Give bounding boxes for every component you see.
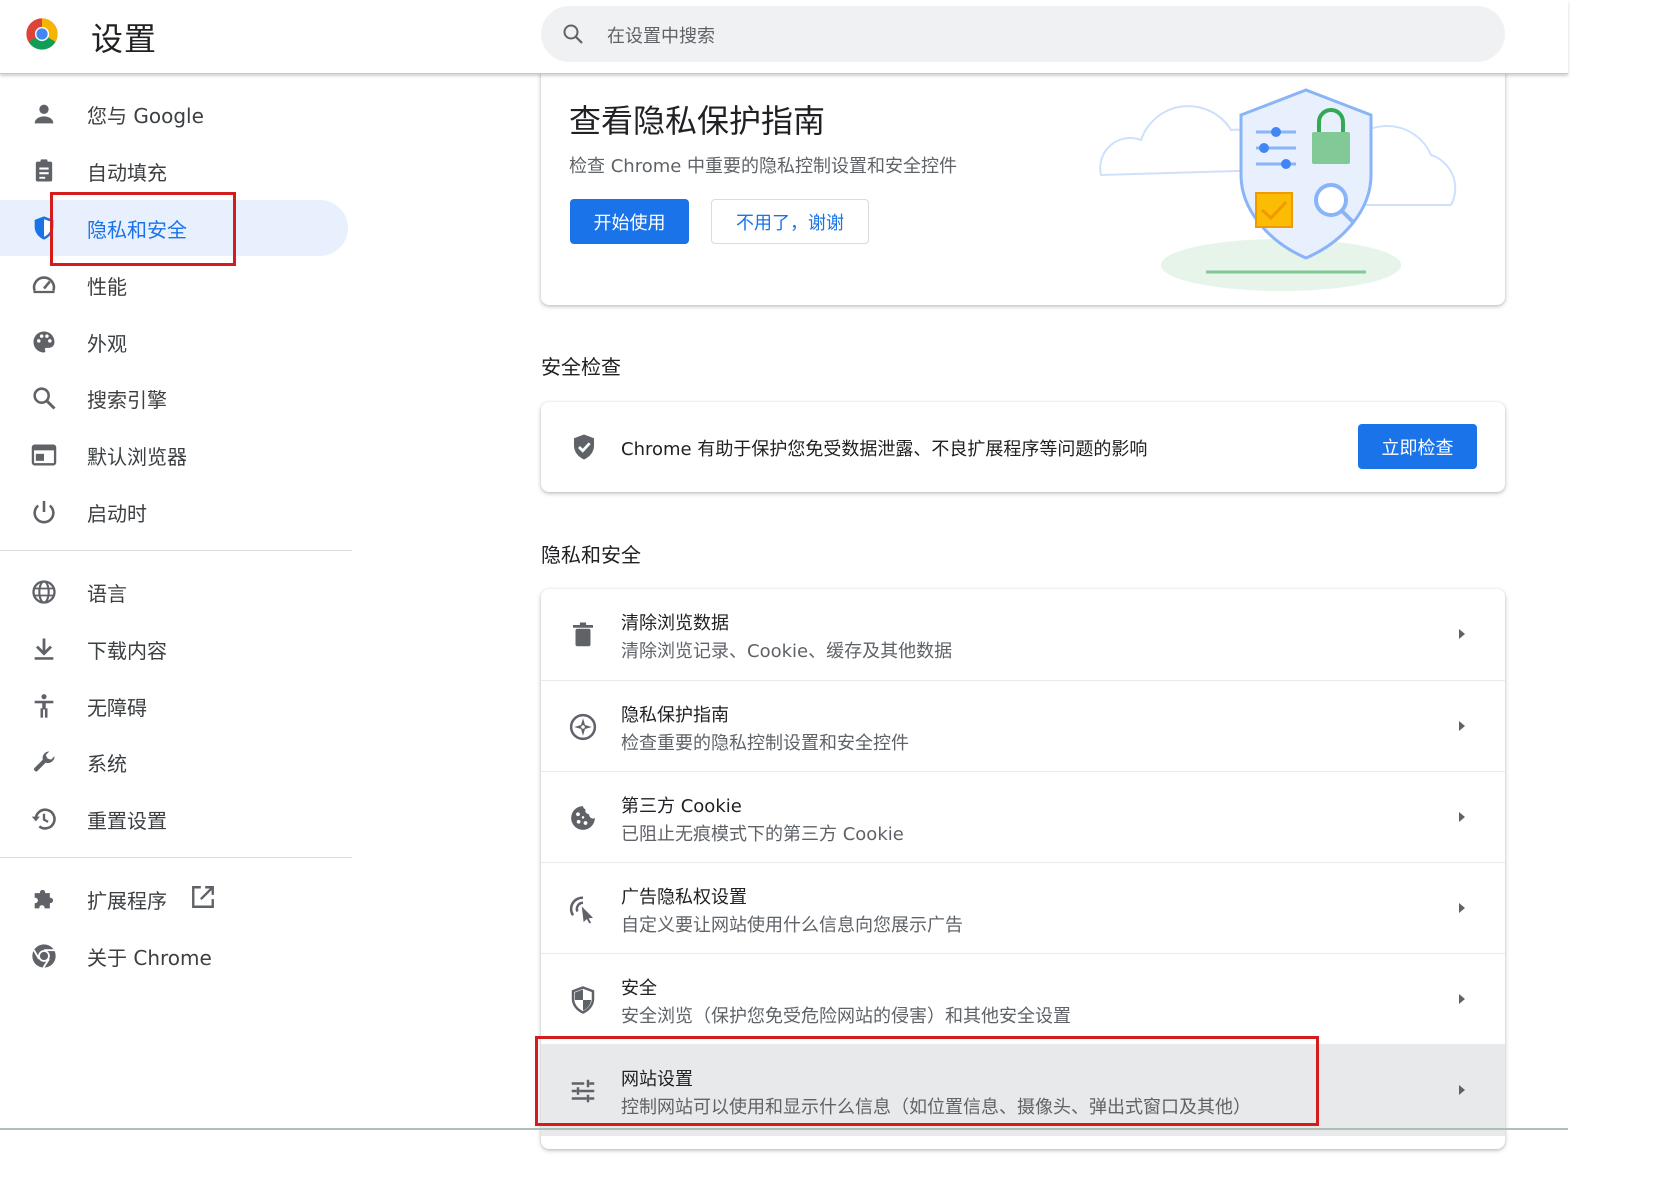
sidebar-item-autofill[interactable]: 自动填充 [0, 143, 348, 199]
sidebar-item-label: 默认浏览器 [87, 445, 187, 469]
sidebar-item-you-and-google[interactable]: 您与 Google [0, 86, 348, 142]
sidebar-item-languages[interactable]: 语言 [0, 564, 348, 620]
clipboard-icon [35, 159, 53, 182]
list-item-title: 网站设置 [621, 1069, 693, 1090]
privacy-section-title: 隐私和安全 [541, 543, 641, 567]
list-item-privacy-guide[interactable]: 隐私保护指南 检查重要的隐私控制设置和安全控件 [541, 680, 1505, 772]
privacy-settings-list: 清除浏览数据 清除浏览记录、Cookie、缓存及其他数据 隐私保护指南 检查重要… [541, 589, 1505, 1149]
person-icon [34, 104, 54, 124]
sidebar-item-label: 性能 [87, 275, 127, 299]
sidebar-item-label: 外观 [87, 332, 127, 356]
list-item-security[interactable]: 安全 安全浏览（保护您免受危险网站的侵害）和其他安全设置 [541, 953, 1505, 1045]
list-item-third-party-cookies[interactable]: 第三方 Cookie 已阻止无痕模式下的第三方 Cookie [541, 771, 1505, 863]
sidebar-item-label: 启动时 [87, 502, 147, 526]
page-title: 设置 [91, 20, 158, 58]
open-in-new-icon[interactable] [190, 884, 216, 910]
sidebar-item-system[interactable]: 系统 [0, 734, 348, 790]
sidebar-item-privacy-security[interactable]: 隐私和安全 [0, 200, 348, 256]
chrome-icon [32, 944, 56, 969]
safety-check-section-title: 安全检查 [541, 355, 621, 379]
sidebar-item-accessibility[interactable]: 无障碍 [0, 678, 348, 734]
wrench-icon [33, 751, 55, 772]
list-item-subtitle: 检查重要的隐私控制设置和安全控件 [621, 733, 909, 754]
check-now-button[interactable]: 立即检查 [1358, 424, 1477, 469]
sidebar: 您与 Google 自动填充 隐私和安全 性能 外观 搜索引擎 默认浏览器 启动… [0, 74, 352, 1140]
list-item-subtitle: 清除浏览记录、Cookie、缓存及其他数据 [621, 641, 953, 662]
chevron-right-icon [1459, 994, 1465, 1004]
sidebar-item-label: 隐私和安全 [87, 218, 187, 242]
settings-header: 设置 在设置中搜索 [0, 0, 1568, 74]
sidebar-item-label: 搜索引擎 [87, 388, 167, 412]
sidebar-divider [0, 857, 352, 858]
promo-title: 查看隐私保护指南 [569, 102, 826, 140]
list-item-title: 广告隐私权设置 [621, 887, 747, 908]
puzzle-icon [34, 889, 54, 909]
list-item-site-settings[interactable]: 网站设置 控制网站可以使用和显示什么信息（如位置信息、摄像头、弹出式窗口及其他） [541, 1044, 1505, 1136]
search-icon [33, 387, 56, 410]
sidebar-item-downloads[interactable]: 下载内容 [0, 621, 348, 677]
list-item-title: 隐私保护指南 [621, 705, 729, 726]
chevron-right-icon [1459, 1085, 1465, 1095]
compass-icon [569, 713, 597, 741]
start-button[interactable]: 开始使用 [570, 199, 689, 244]
sidebar-item-reset[interactable]: 重置设置 [0, 791, 348, 847]
speedometer-icon [32, 276, 56, 294]
sidebar-item-extensions[interactable]: 扩展程序 [0, 871, 348, 927]
chevron-right-icon [1459, 812, 1465, 822]
search-input[interactable]: 在设置中搜索 [607, 22, 715, 48]
list-item-title: 安全 [621, 978, 657, 999]
sidebar-item-label: 重置设置 [87, 809, 167, 833]
tune-icon [571, 1079, 595, 1103]
list-item-clear-browsing-data[interactable]: 清除浏览数据 清除浏览记录、Cookie、缓存及其他数据 [541, 589, 1505, 680]
sidebar-item-search-engine[interactable]: 搜索引擎 [0, 370, 348, 426]
privacy-guide-illustration [1099, 88, 1457, 291]
list-item-ad-privacy[interactable]: 广告隐私权设置 自定义要让网站使用什么信息向您展示广告 [541, 862, 1505, 954]
sidebar-item-label: 您与 Google [87, 104, 204, 128]
sidebar-item-performance[interactable]: 性能 [0, 257, 348, 313]
sidebar-item-label: 关于 Chrome [87, 946, 212, 970]
chevron-right-icon [1459, 721, 1465, 731]
sidebar-item-about-chrome[interactable]: 关于 Chrome [0, 928, 348, 984]
sidebar-item-label: 扩展程序 [87, 889, 167, 913]
sidebar-divider [0, 550, 352, 551]
settings-search-bar[interactable]: 在设置中搜索 [541, 6, 1505, 62]
safety-check-description: Chrome 有助于保护您免受数据泄露、不良扩展程序等问题的影响 [621, 439, 1148, 460]
security-shield-icon [571, 986, 595, 1014]
ad-privacy-icon [569, 896, 593, 924]
bottom-divider [0, 1128, 1568, 1130]
list-item-subtitle: 控制网站可以使用和显示什么信息（如位置信息、摄像头、弹出式窗口及其他） [621, 1097, 1251, 1118]
privacy-guide-promo-card: 查看隐私保护指南 检查 Chrome 中重要的隐私控制设置和安全控件 开始使用 … [541, 60, 1505, 305]
promo-description: 检查 Chrome 中重要的隐私控制设置和安全控件 [569, 156, 958, 177]
list-item-subtitle: 已阻止无痕模式下的第三方 Cookie [621, 824, 904, 845]
trash-icon [573, 622, 593, 647]
chevron-right-icon [1459, 903, 1465, 913]
sidebar-item-default-browser[interactable]: 默认浏览器 [0, 427, 348, 483]
sidebar-item-label: 自动填充 [87, 161, 167, 185]
list-item-title: 清除浏览数据 [621, 613, 729, 634]
chevron-right-icon [1459, 629, 1465, 639]
sidebar-item-appearance[interactable]: 外观 [0, 314, 348, 370]
list-item-subtitle: 自定义要让网站使用什么信息向您展示广告 [621, 915, 963, 936]
browser-window-icon [31, 444, 57, 466]
cookie-icon [571, 806, 595, 830]
history-icon [31, 808, 56, 830]
accessibility-icon [34, 694, 54, 718]
shield-check-icon [574, 434, 594, 460]
search-icon [563, 24, 583, 44]
sidebar-item-label: 语言 [87, 582, 127, 606]
globe-icon [32, 580, 56, 604]
chrome-logo [26, 18, 58, 50]
no-thanks-button[interactable]: 不用了，谢谢 [711, 199, 869, 244]
power-icon [33, 500, 55, 524]
download-icon [34, 638, 54, 660]
palette-icon [33, 331, 55, 353]
sidebar-item-label: 无障碍 [87, 696, 147, 720]
sidebar-item-label: 下载内容 [87, 639, 167, 663]
shield-icon [34, 216, 54, 240]
sidebar-item-on-startup[interactable]: 启动时 [0, 484, 348, 540]
sidebar-item-label: 系统 [87, 752, 127, 776]
list-item-title: 第三方 Cookie [621, 796, 742, 817]
list-item-subtitle: 安全浏览（保护您免受危险网站的侵害）和其他安全设置 [621, 1006, 1071, 1027]
safety-check-card: Chrome 有助于保护您免受数据泄露、不良扩展程序等问题的影响 立即检查 [541, 402, 1505, 492]
